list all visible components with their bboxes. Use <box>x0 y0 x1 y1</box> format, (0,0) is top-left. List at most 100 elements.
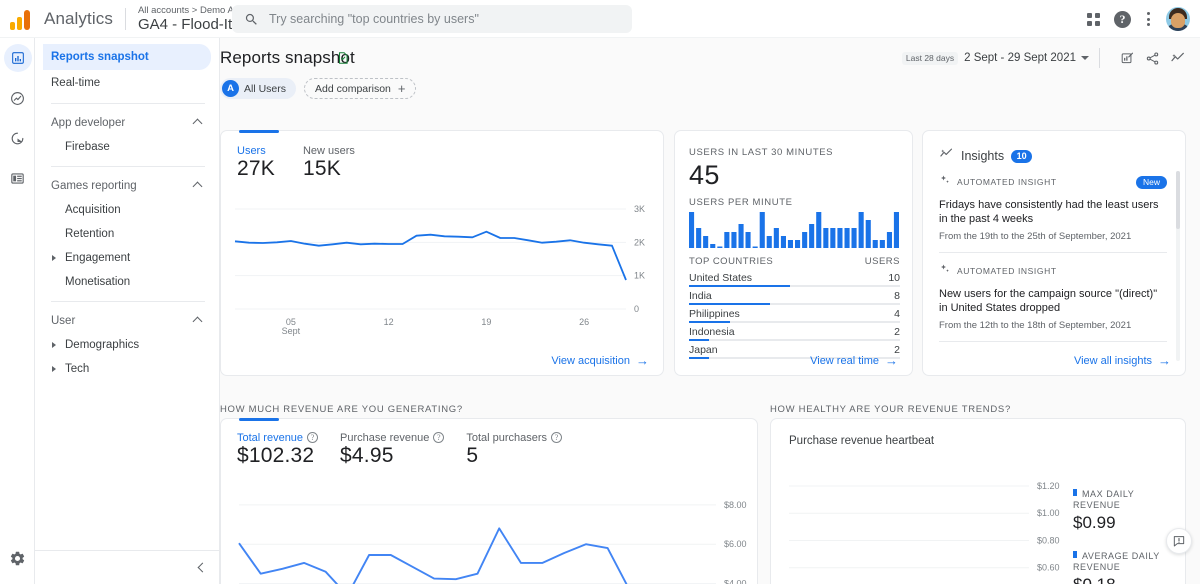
rail-item-settings[interactable] <box>0 538 35 578</box>
table-row[interactable]: India 8 <box>689 287 900 305</box>
rail-item-advertising[interactable] <box>0 158 35 198</box>
table-row[interactable]: Philippines 4 <box>689 305 900 323</box>
chevron-right-icon <box>52 366 56 372</box>
sidebar-item-reports-snapshot[interactable]: Reports snapshot <box>43 44 211 70</box>
top-app-bar: Analytics All accounts > Demo Account GA… <box>0 0 1200 38</box>
country-users: 4 <box>894 308 900 320</box>
sidebar-item-app-developer[interactable]: App developer <box>43 111 211 135</box>
sidebar-item-label: Acquisition <box>65 204 121 216</box>
feedback-icon <box>1173 536 1185 547</box>
svg-text:$4.00: $4.00 <box>724 579 747 584</box>
metric-total-purchasers[interactable]: Total purchasers? 5 <box>466 432 563 468</box>
help-icon[interactable]: ? <box>1114 10 1131 28</box>
revenue-line-chart[interactable]: $4.00 $6.00 $8.00 <box>221 487 759 584</box>
insight-item[interactable]: AUTOMATED INSIGHT New users for the campa… <box>939 262 1167 342</box>
sidebar-item-demographics[interactable]: Demographics <box>43 333 211 357</box>
insights-card: Insights 10 AUTOMATED INSIGHT New Fridays … <box>922 130 1186 376</box>
more-vert-icon[interactable] <box>1145 10 1152 28</box>
main-content: Reports snapshot A All Users Add compari… <box>220 38 1200 584</box>
chevron-right-icon <box>52 255 56 261</box>
metric-value: $4.95 <box>340 444 394 467</box>
link-label: View all insights <box>1073 354 1152 367</box>
heartbeat-legend: MAX DAILY REVENUE $0.99 AVERAGE DAILY REVE… <box>1073 489 1173 584</box>
insights-count-badge: 10 <box>1011 149 1033 163</box>
page-header: Reports snapshot A All Users Add compari… <box>220 38 1200 102</box>
view-acquisition-link[interactable]: View acquisition → <box>551 354 649 367</box>
insights-doc-icon[interactable] <box>336 51 350 70</box>
users-line-chart[interactable]: 01K2K3K05Sept12 19 26 <box>221 199 665 349</box>
analytics-logo-icon <box>10 8 36 30</box>
help-icon[interactable]: ? <box>433 432 445 443</box>
sidebar-item-label: Tech <box>65 363 90 375</box>
sidebar-item-label: Engagement <box>65 252 131 264</box>
property-name: GA4 - Flood-It! <box>137 15 237 33</box>
metric-label: Total revenue? <box>237 432 319 444</box>
users-per-minute-bar-chart[interactable] <box>689 208 901 248</box>
sidebar-item-label: Retention <box>65 228 115 240</box>
segment-avatar: A <box>222 80 239 97</box>
search-input[interactable] <box>269 12 620 26</box>
chevron-up-icon[interactable] <box>192 316 203 327</box>
sidebar-item-tech[interactable]: Tech <box>43 357 211 381</box>
collapse-sidebar-row <box>35 550 219 584</box>
heartbeat-title: Purchase revenue heartbeat <box>789 435 935 447</box>
table-row[interactable]: United States 10 <box>689 269 900 287</box>
sidebar-item-games-reporting[interactable]: Games reporting <box>43 174 211 198</box>
sidebar-item-user[interactable]: User <box>43 309 211 333</box>
insight-kicker: AUTOMATED INSIGHT <box>957 177 1057 187</box>
insight-text: Fridays have consistently had the least … <box>939 199 1159 225</box>
feedback-button[interactable] <box>1166 528 1192 554</box>
edit-comparison-icon[interactable] <box>1120 51 1135 66</box>
heartbeat-line-chart[interactable]: $1.20$1.00$0.80$0.60$0.40 <box>771 474 1101 584</box>
view-real-time-link[interactable]: View real time → <box>810 354 898 367</box>
svg-text:2K: 2K <box>634 237 645 247</box>
metric-value: 27K <box>237 157 275 180</box>
svg-text:19: 19 <box>481 317 491 327</box>
insight-item[interactable]: AUTOMATED INSIGHT New Fridays have consist… <box>939 173 1167 253</box>
metric-total-revenue[interactable]: Total revenue? $102.32 <box>237 432 319 468</box>
date-range-text[interactable]: 2 Sept - 29 Sept 2021 <box>964 52 1076 64</box>
metric-new-users[interactable]: New users 15K <box>303 145 355 181</box>
metric-users[interactable]: Users 27K <box>237 145 275 181</box>
sidebar-item-real-time[interactable]: Real-time <box>43 70 211 96</box>
rail-item-reports[interactable] <box>0 78 35 118</box>
sidebar-item-engagement[interactable]: Engagement <box>43 246 211 270</box>
apps-grid-icon[interactable] <box>1087 12 1100 26</box>
share-icon[interactable] <box>1145 51 1160 66</box>
insights-icon <box>939 146 954 166</box>
rail-item-home[interactable] <box>0 38 35 78</box>
table-row[interactable]: Indonesia 2 <box>689 323 900 341</box>
sidebar-item-firebase[interactable]: Firebase <box>43 135 211 159</box>
search-bar[interactable] <box>232 5 632 33</box>
metric-label: New users <box>302 145 355 157</box>
insights-header: Insights 10 <box>939 146 1033 166</box>
add-comparison-button[interactable]: Add comparison + <box>304 78 417 99</box>
reports-icon <box>4 84 32 112</box>
nav-divider <box>51 103 205 104</box>
insights-scrollbar-thumb[interactable] <box>1176 171 1180 229</box>
chevron-up-icon[interactable] <box>192 181 203 192</box>
chevron-left-icon[interactable] <box>197 562 208 573</box>
sidebar-item-retention[interactable]: Retention <box>43 222 211 246</box>
chevron-down-icon[interactable] <box>1081 56 1089 60</box>
sidebar-item-acquisition[interactable]: Acquisition <box>43 198 211 222</box>
help-icon[interactable]: ? <box>551 432 563 443</box>
insights-list: AUTOMATED INSIGHT New Fridays have consist… <box>939 173 1167 343</box>
insights-icon[interactable] <box>1170 50 1186 66</box>
avatar[interactable] <box>1166 7 1190 31</box>
icon-rail <box>0 38 35 584</box>
bar-fill <box>689 357 710 359</box>
legend-label: MAX DAILY REVENUE <box>1073 489 1135 510</box>
advertising-icon <box>4 164 32 192</box>
rail-item-explore[interactable] <box>0 118 35 158</box>
search-icon <box>245 13 257 25</box>
segment-chip-all-users[interactable]: A All Users <box>220 78 297 99</box>
view-all-insights-link[interactable]: View all insights → <box>1074 354 1171 367</box>
chevron-up-icon[interactable] <box>192 118 203 129</box>
insight-subtext: From the 12th to the 18th of September, … <box>939 320 1132 331</box>
sidebar-item-monetisation[interactable]: Monetisation <box>43 270 211 294</box>
revenue-section-heading: HOW MUCH REVENUE ARE YOU GENERATING? <box>220 404 463 415</box>
help-icon[interactable]: ? <box>307 432 319 443</box>
col-header-country: TOP COUNTRIES <box>689 255 774 267</box>
metric-purchase-revenue[interactable]: Purchase revenue? $4.95 <box>340 432 445 468</box>
